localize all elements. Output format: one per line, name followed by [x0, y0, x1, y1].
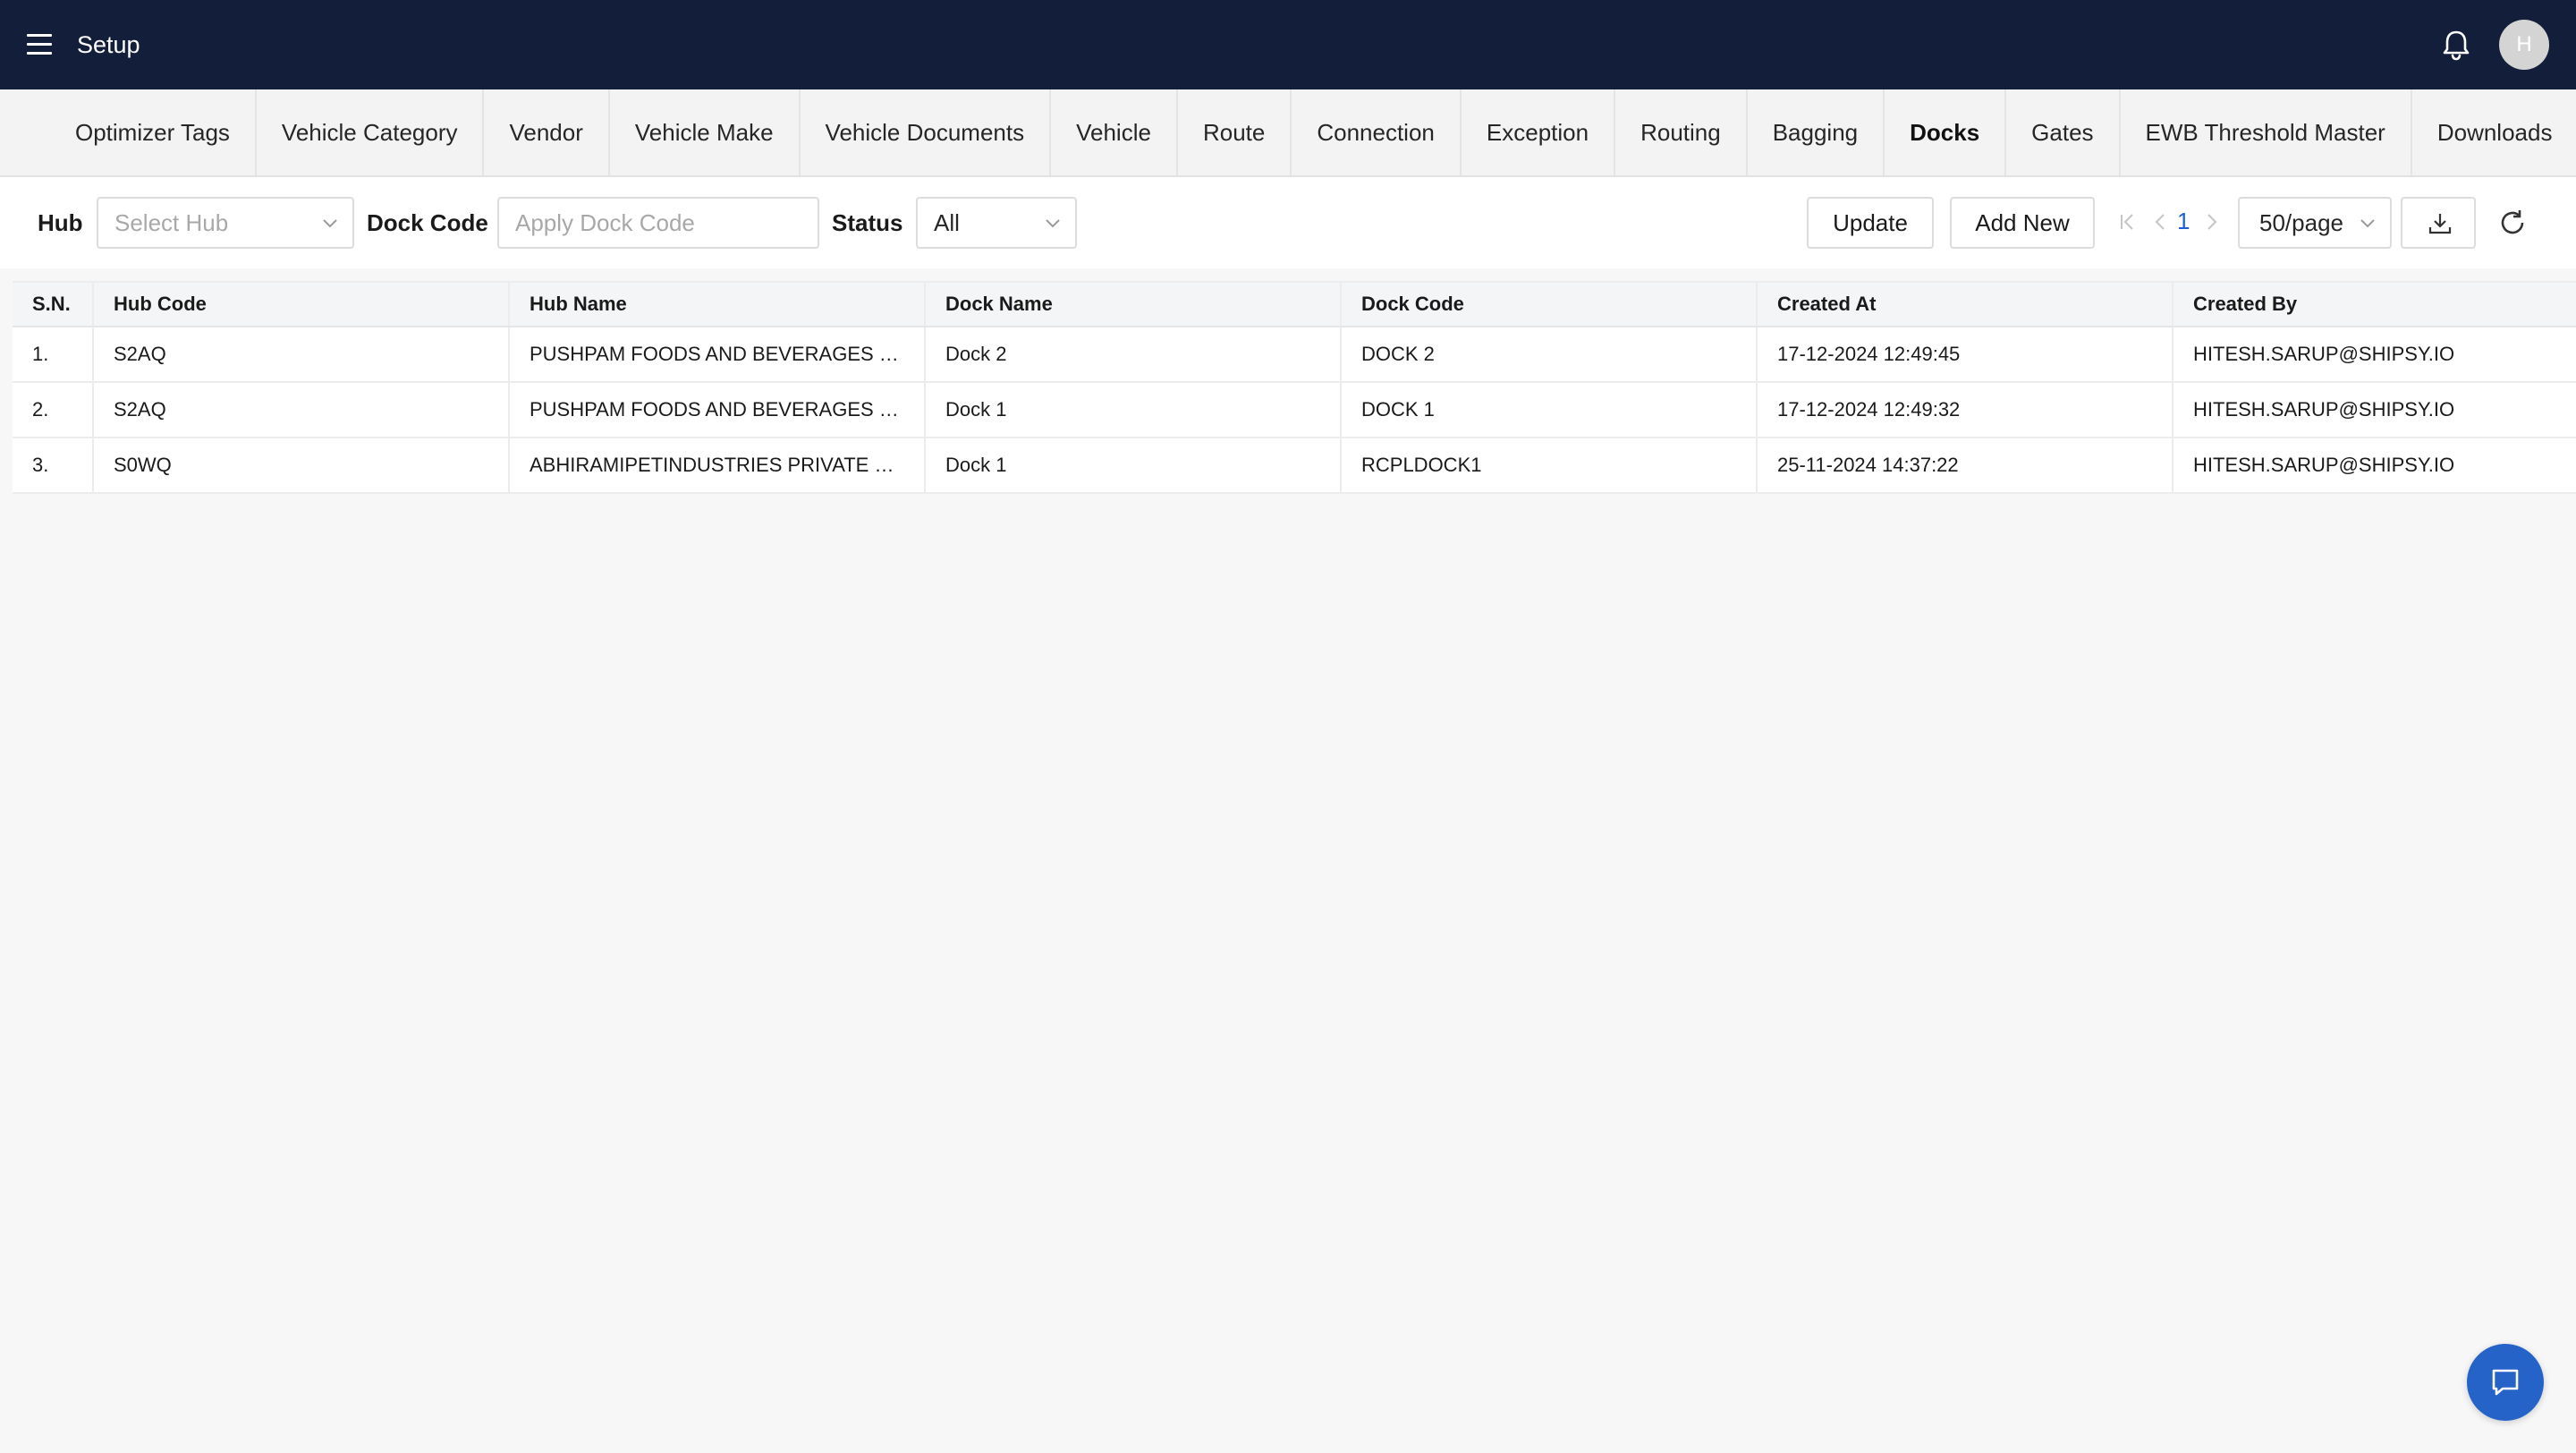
column-header-hub-code: Hub Code [93, 283, 510, 327]
cell-created-at: 25-11-2024 14:37:22 [1757, 438, 2174, 494]
cell-created-by: HITESH.SARUP@SHIPSY.IO [2173, 327, 2576, 383]
filter-bar: Hub Select Hub Dock Code Status All Upda… [0, 177, 2576, 268]
bell-icon[interactable] [2438, 27, 2474, 63]
chevron-down-icon [323, 219, 337, 228]
tab-ewb-threshold-master[interactable]: EWB Threshold Master [2121, 89, 2412, 175]
column-header-hub-name: Hub Name [509, 283, 926, 327]
table-row[interactable]: 2. S2AQ PUSHPAM FOODS AND BEVERAGES P...… [13, 382, 2576, 438]
tab-route[interactable]: Route [1178, 89, 1292, 175]
column-header-dock-name: Dock Name [925, 283, 1342, 327]
cell-dock-name: Dock 1 [925, 438, 1342, 494]
tab-vendor[interactable]: Vendor [484, 89, 610, 175]
table-row[interactable]: 3. S0WQ ABHIRAMIPETINDUSTRIES PRIVATE LI… [13, 438, 2576, 494]
cell-dock-code: RCPLDOCK1 [1341, 438, 1758, 494]
download-icon [2428, 214, 2452, 234]
cell-hub-code: S2AQ [93, 327, 510, 383]
cell-hub-name: PUSHPAM FOODS AND BEVERAGES P... [509, 382, 926, 438]
status-select-value: All [934, 209, 960, 236]
add-new-button[interactable]: Add New [1950, 197, 2095, 249]
cell-hub-code: S0WQ [93, 438, 510, 494]
chat-icon [2492, 1369, 2519, 1396]
next-page-icon[interactable] [2202, 211, 2222, 233]
cell-created-by: HITESH.SARUP@SHIPSY.IO [2173, 382, 2576, 438]
hub-label: Hub [38, 209, 83, 236]
tab-routing[interactable]: Routing [1615, 89, 1748, 175]
prev-page-icon[interactable] [2150, 211, 2170, 233]
status-select[interactable]: All [916, 197, 1077, 249]
column-header-dock-code: Dock Code [1341, 283, 1758, 327]
status-label: Status [832, 209, 903, 236]
first-page-icon[interactable] [2118, 211, 2138, 233]
column-header-sn: S.N. [13, 283, 94, 327]
download-button[interactable] [2401, 197, 2476, 249]
table-row[interactable]: 1. S2AQ PUSHPAM FOODS AND BEVERAGES P...… [13, 327, 2576, 383]
dock-code-field[interactable] [497, 197, 819, 249]
tab-docks[interactable]: Docks [1885, 89, 2007, 175]
hub-select[interactable]: Select Hub [97, 197, 354, 249]
column-header-created-at: Created At [1757, 283, 2174, 327]
cell-hub-code: S2AQ [93, 382, 510, 438]
dock-code-input[interactable] [515, 199, 818, 248]
avatar[interactable]: H [2499, 20, 2549, 70]
tab-vehicle-documents[interactable]: Vehicle Documents [801, 89, 1052, 175]
menu-icon[interactable] [27, 34, 52, 55]
cell-sn: 1. [13, 327, 94, 383]
page-title: Setup [77, 31, 140, 58]
refresh-icon[interactable] [2497, 208, 2528, 238]
cell-sn: 3. [13, 438, 94, 494]
setup-tabs: Optimizer Tags Vehicle Category Vendor V… [0, 89, 2576, 177]
cell-hub-name: PUSHPAM FOODS AND BEVERAGES P... [509, 327, 926, 383]
chat-button[interactable] [2467, 1344, 2544, 1421]
cell-dock-code: DOCK 1 [1341, 382, 1758, 438]
tab-bagging[interactable]: Bagging [1748, 89, 1885, 175]
cell-created-at: 17-12-2024 12:49:32 [1757, 382, 2174, 438]
page-size-select[interactable]: 50/page [2238, 197, 2392, 249]
page-size-value: 50/page [2259, 209, 2343, 236]
cell-dock-code: DOCK 2 [1341, 327, 1758, 383]
chevron-down-icon [2360, 219, 2375, 228]
tab-gates[interactable]: Gates [2006, 89, 2121, 175]
tab-downloads[interactable]: Downloads [2412, 89, 2576, 175]
cell-hub-name: ABHIRAMIPETINDUSTRIES PRIVATE LI... [509, 438, 926, 494]
docks-table: S.N. Hub Code Hub Name Dock Name Dock Co… [13, 281, 2576, 494]
tab-vehicle[interactable]: Vehicle [1051, 89, 1178, 175]
tab-vehicle-category[interactable]: Vehicle Category [257, 89, 485, 175]
tab-connection[interactable]: Connection [1292, 89, 1462, 175]
tab-vehicle-make[interactable]: Vehicle Make [610, 89, 801, 175]
hub-select-placeholder: Select Hub [114, 209, 229, 236]
cell-created-by: HITESH.SARUP@SHIPSY.IO [2173, 438, 2576, 494]
dock-code-label: Dock Code [367, 209, 488, 236]
table-header-row: S.N. Hub Code Hub Name Dock Name Dock Co… [13, 283, 2576, 327]
tab-optimizer-tags[interactable]: Optimizer Tags [50, 89, 257, 175]
chevron-down-icon [1046, 219, 1060, 228]
column-header-created-by: Created By [2173, 283, 2576, 327]
current-page-number[interactable]: 1 [2177, 208, 2190, 235]
cell-sn: 2. [13, 382, 94, 438]
cell-dock-name: Dock 2 [925, 327, 1342, 383]
cell-created-at: 17-12-2024 12:49:45 [1757, 327, 2174, 383]
update-button[interactable]: Update [1807, 197, 1934, 249]
cell-dock-name: Dock 1 [925, 382, 1342, 438]
tab-exception[interactable]: Exception [1462, 89, 1616, 175]
top-bar: Setup H [0, 0, 2576, 89]
